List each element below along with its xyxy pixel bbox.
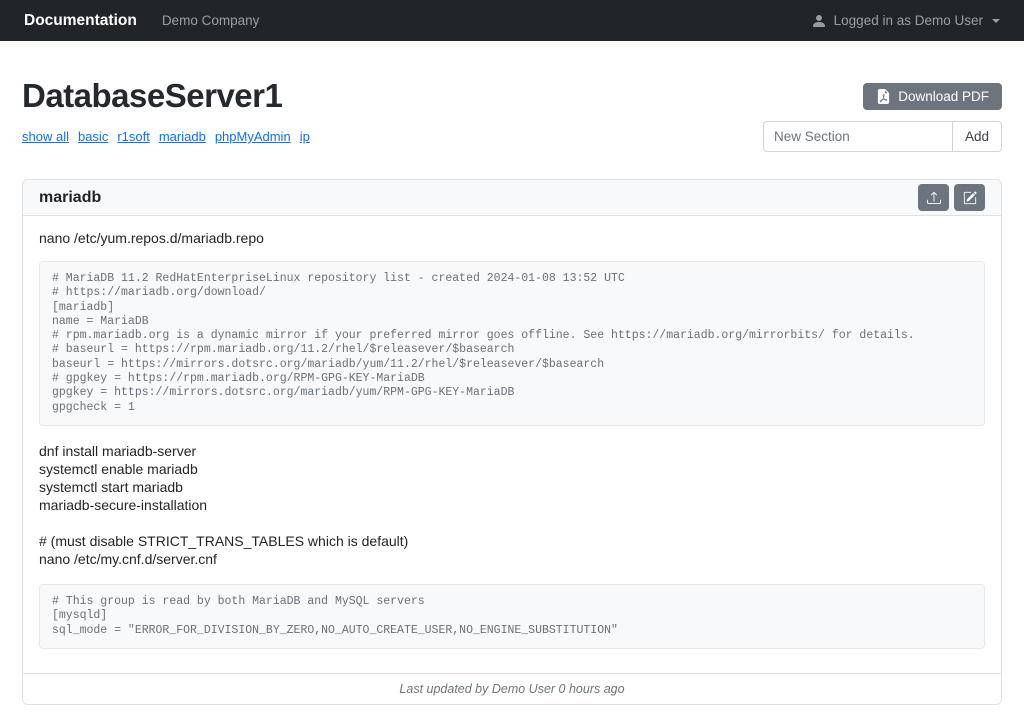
section-body: nano /etc/yum.repos.d/mariadb.repo # Mar… bbox=[23, 216, 1001, 673]
section-footer: Last updated by Demo User 0 hours ago bbox=[23, 673, 1001, 704]
filter-link-show-all[interactable]: show all bbox=[22, 129, 69, 144]
title-row: DatabaseServer1 Download PDF bbox=[22, 77, 1002, 115]
section-card-mariadb: mariadb nano /etc/yum.repos.d/mariadb.re… bbox=[22, 179, 1002, 705]
section-actions bbox=[918, 184, 985, 211]
install-commands-text: dnf install mariadb-server systemctl ena… bbox=[39, 442, 985, 514]
code-block-server-cnf: # This group is read by both MariaDB and… bbox=[39, 584, 985, 649]
caret-down-icon bbox=[992, 19, 1000, 23]
user-menu[interactable]: Logged in as Demo User bbox=[811, 13, 1000, 29]
new-section-input[interactable] bbox=[763, 121, 953, 152]
intro-command-text: nano /etc/yum.repos.d/mariadb.repo bbox=[39, 230, 985, 246]
add-section-button[interactable]: Add bbox=[953, 121, 1002, 152]
edit-section-button[interactable] bbox=[954, 184, 985, 211]
filter-link-mariadb[interactable]: mariadb bbox=[159, 129, 206, 144]
filter-and-add-row: show all basic r1soft mariadb phpMyAdmin… bbox=[22, 121, 1002, 152]
filter-link-r1soft[interactable]: r1soft bbox=[117, 129, 150, 144]
download-pdf-button[interactable]: Download PDF bbox=[863, 83, 1002, 110]
filter-link-phpmyadmin[interactable]: phpMyAdmin bbox=[215, 129, 291, 144]
filter-link-basic[interactable]: basic bbox=[78, 129, 108, 144]
upload-button[interactable] bbox=[918, 184, 949, 211]
page-title: DatabaseServer1 bbox=[22, 77, 282, 115]
section-card-header: mariadb bbox=[23, 180, 1001, 216]
download-pdf-label: Download PDF bbox=[898, 89, 989, 104]
user-menu-label: Logged in as Demo User bbox=[834, 13, 983, 28]
person-icon bbox=[811, 13, 827, 29]
app-brand[interactable]: Documentation bbox=[24, 12, 137, 30]
section-filter-links: show all basic r1soft mariadb phpMyAdmin… bbox=[22, 129, 310, 144]
config-note-text: # (must disable STRICT_TRANS_TABLES whic… bbox=[39, 532, 985, 568]
top-navbar: Documentation Demo Company Logged in as … bbox=[0, 0, 1024, 41]
section-title: mariadb bbox=[39, 189, 101, 207]
edit-pencil-icon bbox=[963, 191, 977, 205]
main-content: DatabaseServer1 Download PDF show all ba… bbox=[0, 41, 1024, 705]
filter-link-ip[interactable]: ip bbox=[300, 129, 310, 144]
nav-company-link[interactable]: Demo Company bbox=[162, 13, 260, 28]
code-block-repo-config: # MariaDB 11.2 RedHatEnterpriseLinux rep… bbox=[39, 261, 985, 426]
upload-icon bbox=[927, 191, 941, 205]
pdf-file-icon bbox=[876, 89, 891, 104]
new-section-group: Add bbox=[763, 121, 1002, 152]
